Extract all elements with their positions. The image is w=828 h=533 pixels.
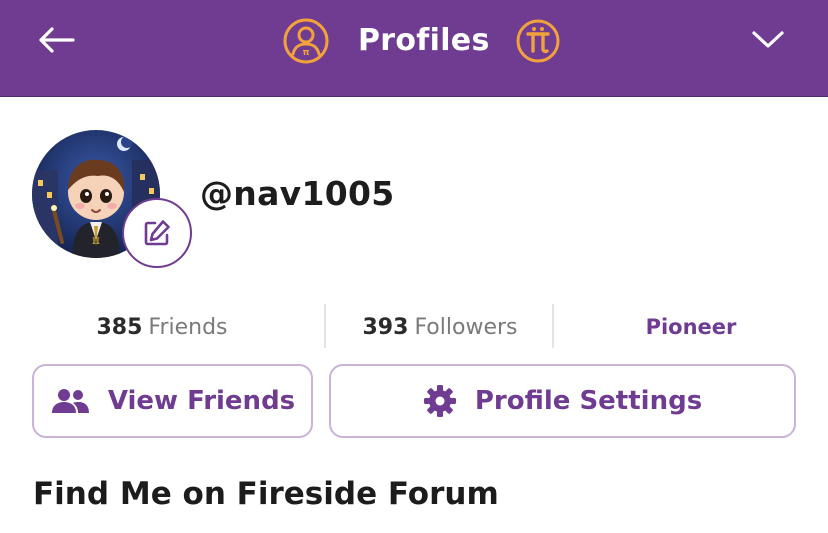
profile-settings-button[interactable]: Profile Settings [329, 364, 796, 438]
role-badge: Pioneer [645, 315, 737, 339]
username: @nav1005 [200, 174, 395, 213]
profile-user-icon[interactable]: π [282, 17, 330, 65]
followers-stat[interactable]: 393 Followers [326, 304, 554, 350]
page-title: Profiles [358, 23, 490, 58]
people-icon [50, 388, 90, 414]
svg-text:π: π [92, 233, 100, 247]
friends-stat[interactable]: 385 Friends [30, 304, 294, 350]
view-friends-button[interactable]: View Friends [32, 364, 313, 438]
edit-pencil-icon [144, 220, 170, 246]
section-title: Find Me on Fireside Forum [33, 476, 499, 512]
stats-divider [324, 304, 326, 348]
app-header: π Profiles [0, 0, 828, 97]
edit-avatar-button[interactable] [122, 198, 192, 268]
header-title-group: π Profiles [282, 16, 562, 66]
followers-label: Followers [414, 314, 518, 340]
gear-icon [423, 384, 457, 418]
profile-settings-label: Profile Settings [474, 386, 703, 416]
pi-coin-icon[interactable] [514, 17, 562, 65]
friends-label: Friends [148, 314, 228, 340]
chevron-down-icon [752, 31, 784, 48]
back-button[interactable] [36, 24, 76, 56]
view-friends-label: View Friends [107, 386, 296, 416]
friends-count: 385 [96, 314, 143, 340]
stats-divider [552, 304, 554, 348]
back-arrow-icon [39, 27, 75, 53]
followers-count: 393 [362, 314, 409, 340]
dropdown-toggle[interactable] [748, 24, 788, 56]
stats-row: 385 Friends 393 Followers Pioneer [0, 304, 828, 350]
svg-text:π: π [302, 48, 309, 58]
